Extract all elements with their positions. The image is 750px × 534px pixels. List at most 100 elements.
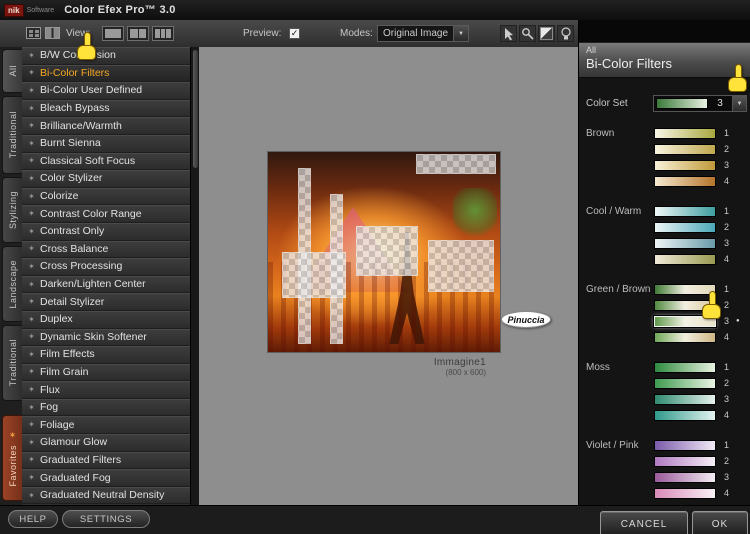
lightbulb-button[interactable] (557, 25, 574, 42)
color-swatch[interactable] (654, 206, 716, 217)
side-by-side-button[interactable] (152, 26, 174, 41)
filter-item-label: Contrast Only (40, 225, 105, 238)
filter-item-label: Foliage (40, 418, 75, 431)
filter-item[interactable]: ✶ Glamour Glow (22, 434, 190, 452)
star-icon: ✶ (28, 437, 35, 447)
chevron-down-icon[interactable]: ▼ (453, 26, 468, 41)
star-icon: ✶ (28, 244, 35, 254)
hand-cursor-annotation (727, 64, 749, 94)
filter-settings-panel: All Bi-Color Filters Color Set 3 ▼ Brown… (578, 20, 750, 505)
star-icon: ✶ (28, 473, 35, 483)
color-swatch[interactable] (654, 472, 716, 483)
zoom-tool-button[interactable] (519, 25, 536, 42)
filter-item[interactable]: ✶ Film Effects (22, 346, 190, 364)
filter-item-label: Graduated Fog (40, 471, 111, 484)
sidebar-tab-label: All (7, 65, 18, 77)
star-icon: ✶ (28, 402, 35, 412)
filter-item[interactable]: ✶ Cross Processing (22, 258, 190, 276)
filter-item[interactable]: ✶ Detail Stylizer (22, 293, 190, 311)
filter-item[interactable]: ✶ Cross Balance (22, 240, 190, 259)
color-swatch[interactable] (654, 160, 716, 171)
background-color-icon (540, 27, 553, 40)
color-swatch[interactable] (654, 456, 716, 467)
filter-item[interactable]: ✶ Bi-Color User Defined (22, 82, 190, 100)
single-view-button[interactable] (102, 26, 124, 41)
filter-list-scrollbar[interactable] (190, 47, 199, 505)
color-swatch[interactable] (654, 362, 716, 373)
filter-item[interactable]: ✶ Fog (22, 398, 190, 417)
help-button[interactable]: HELP (8, 510, 58, 528)
filter-item[interactable]: ✶B/W Conversion (22, 47, 190, 65)
sidebar-tab-all-0[interactable]: All (2, 49, 22, 93)
filter-item[interactable]: ✶ Darken/Lighten Center (22, 275, 190, 294)
transparency-checker (356, 226, 418, 276)
filter-item[interactable]: ✶ Film Grain (22, 363, 190, 382)
filter-item[interactable]: ✶ Graduated Fog (22, 469, 190, 487)
swatch-number: 4 (724, 410, 730, 420)
color-swatch[interactable] (654, 176, 716, 187)
sidebar-tab-favorites-5[interactable]: ✶ Favorites (2, 415, 22, 501)
filter-item-label: Color Stylizer (40, 172, 103, 185)
settings-button[interactable]: SETTINGS (62, 510, 150, 528)
filter-item[interactable]: ✶ Brilliance/Warmth (22, 117, 190, 135)
panel-header: All Bi-Color Filters (579, 42, 750, 78)
color-swatch[interactable] (654, 254, 716, 265)
filter-item[interactable]: ✶ Contrast Color Range (22, 205, 190, 223)
sidebar-tab-stylizing-2[interactable]: Stylizing (2, 177, 22, 243)
filter-item[interactable]: ✶ Graduated Neutral Density (22, 486, 190, 505)
pointer-tool-button[interactable] (500, 25, 517, 42)
scrollbar-thumb[interactable] (193, 50, 198, 168)
filter-item[interactable]: ✶ Duplex (22, 310, 190, 329)
swatch-number: 2 (724, 300, 730, 310)
ok-button[interactable]: OK (692, 511, 748, 534)
modes-dropdown[interactable]: Original Image ▼ (377, 25, 469, 42)
swatch-group: Cool / Warm 1 2 3 4 (579, 204, 750, 268)
filter-item[interactable]: ✶ Colorize (22, 187, 190, 206)
color-swatch[interactable] (654, 440, 716, 451)
nik-logo-software: Software (26, 6, 55, 14)
modes-label: Modes: (340, 28, 373, 39)
filter-item[interactable]: ✶ Contrast Only (22, 222, 190, 241)
color-swatch[interactable] (654, 222, 716, 233)
background-color-button[interactable] (538, 25, 555, 42)
split-preview-button[interactable] (127, 26, 149, 41)
color-swatch[interactable] (654, 332, 716, 343)
swatch-group: Green / Brown 1 2 3 ● 4 (579, 282, 750, 346)
swatch-number: 3 (724, 394, 730, 404)
filter-item-label: Cross Balance (40, 242, 109, 255)
preview-image[interactable] (268, 152, 500, 352)
color-swatch[interactable] (654, 378, 716, 389)
split-view-icon[interactable] (45, 27, 60, 39)
color-swatch[interactable] (654, 128, 716, 139)
star-icon: ✶ (28, 103, 35, 113)
filter-item[interactable]: ✶ Color Stylizer (22, 170, 190, 188)
filter-item[interactable]: ✶ Flux (22, 381, 190, 399)
filter-item[interactable]: ✶ Graduated Filters (22, 451, 190, 470)
filter-item[interactable]: ✶ Burnt Sienna (22, 134, 190, 153)
thumbnail-view-icon[interactable] (26, 27, 41, 39)
sidebar-tab-traditional-1[interactable]: Traditional (2, 96, 22, 174)
sidebar-tab-traditional-4[interactable]: Traditional (2, 325, 22, 401)
filter-item[interactable]: ✶ Bi-Color Filters (22, 64, 190, 83)
swatch-number: 2 (724, 378, 730, 388)
window-title: Color Efex Pro™ 3.0 (64, 4, 176, 16)
color-swatch[interactable] (654, 144, 716, 155)
filter-item[interactable]: ✶ Classical Soft Focus (22, 152, 190, 171)
filter-item-label: Bi-Color Filters (40, 66, 110, 79)
swatch-number: 1 (724, 128, 730, 138)
color-swatch[interactable] (654, 488, 716, 499)
color-swatch[interactable] (654, 410, 716, 421)
filter-item-label: Film Effects (40, 348, 95, 361)
magnifier-icon (522, 28, 534, 40)
filter-item[interactable]: ✶ Dynamic Skin Softener (22, 328, 190, 347)
color-set-dropdown[interactable]: 3 ▼ (653, 95, 747, 112)
filter-item[interactable]: ✶ Foliage (22, 416, 190, 435)
preview-checkbox[interactable]: ✓ (289, 28, 300, 39)
chevron-down-icon[interactable]: ▼ (732, 96, 746, 111)
cancel-button[interactable]: CANCEL (600, 511, 688, 534)
color-swatch[interactable] (654, 238, 716, 249)
color-efex-window: nik Software Color Efex Pro™ 3.0 View: P… (0, 0, 750, 534)
color-swatch[interactable] (654, 394, 716, 405)
sidebar-tab-landscape-3[interactable]: Landscape (2, 246, 22, 322)
filter-item[interactable]: ✶ Bleach Bypass (22, 99, 190, 118)
